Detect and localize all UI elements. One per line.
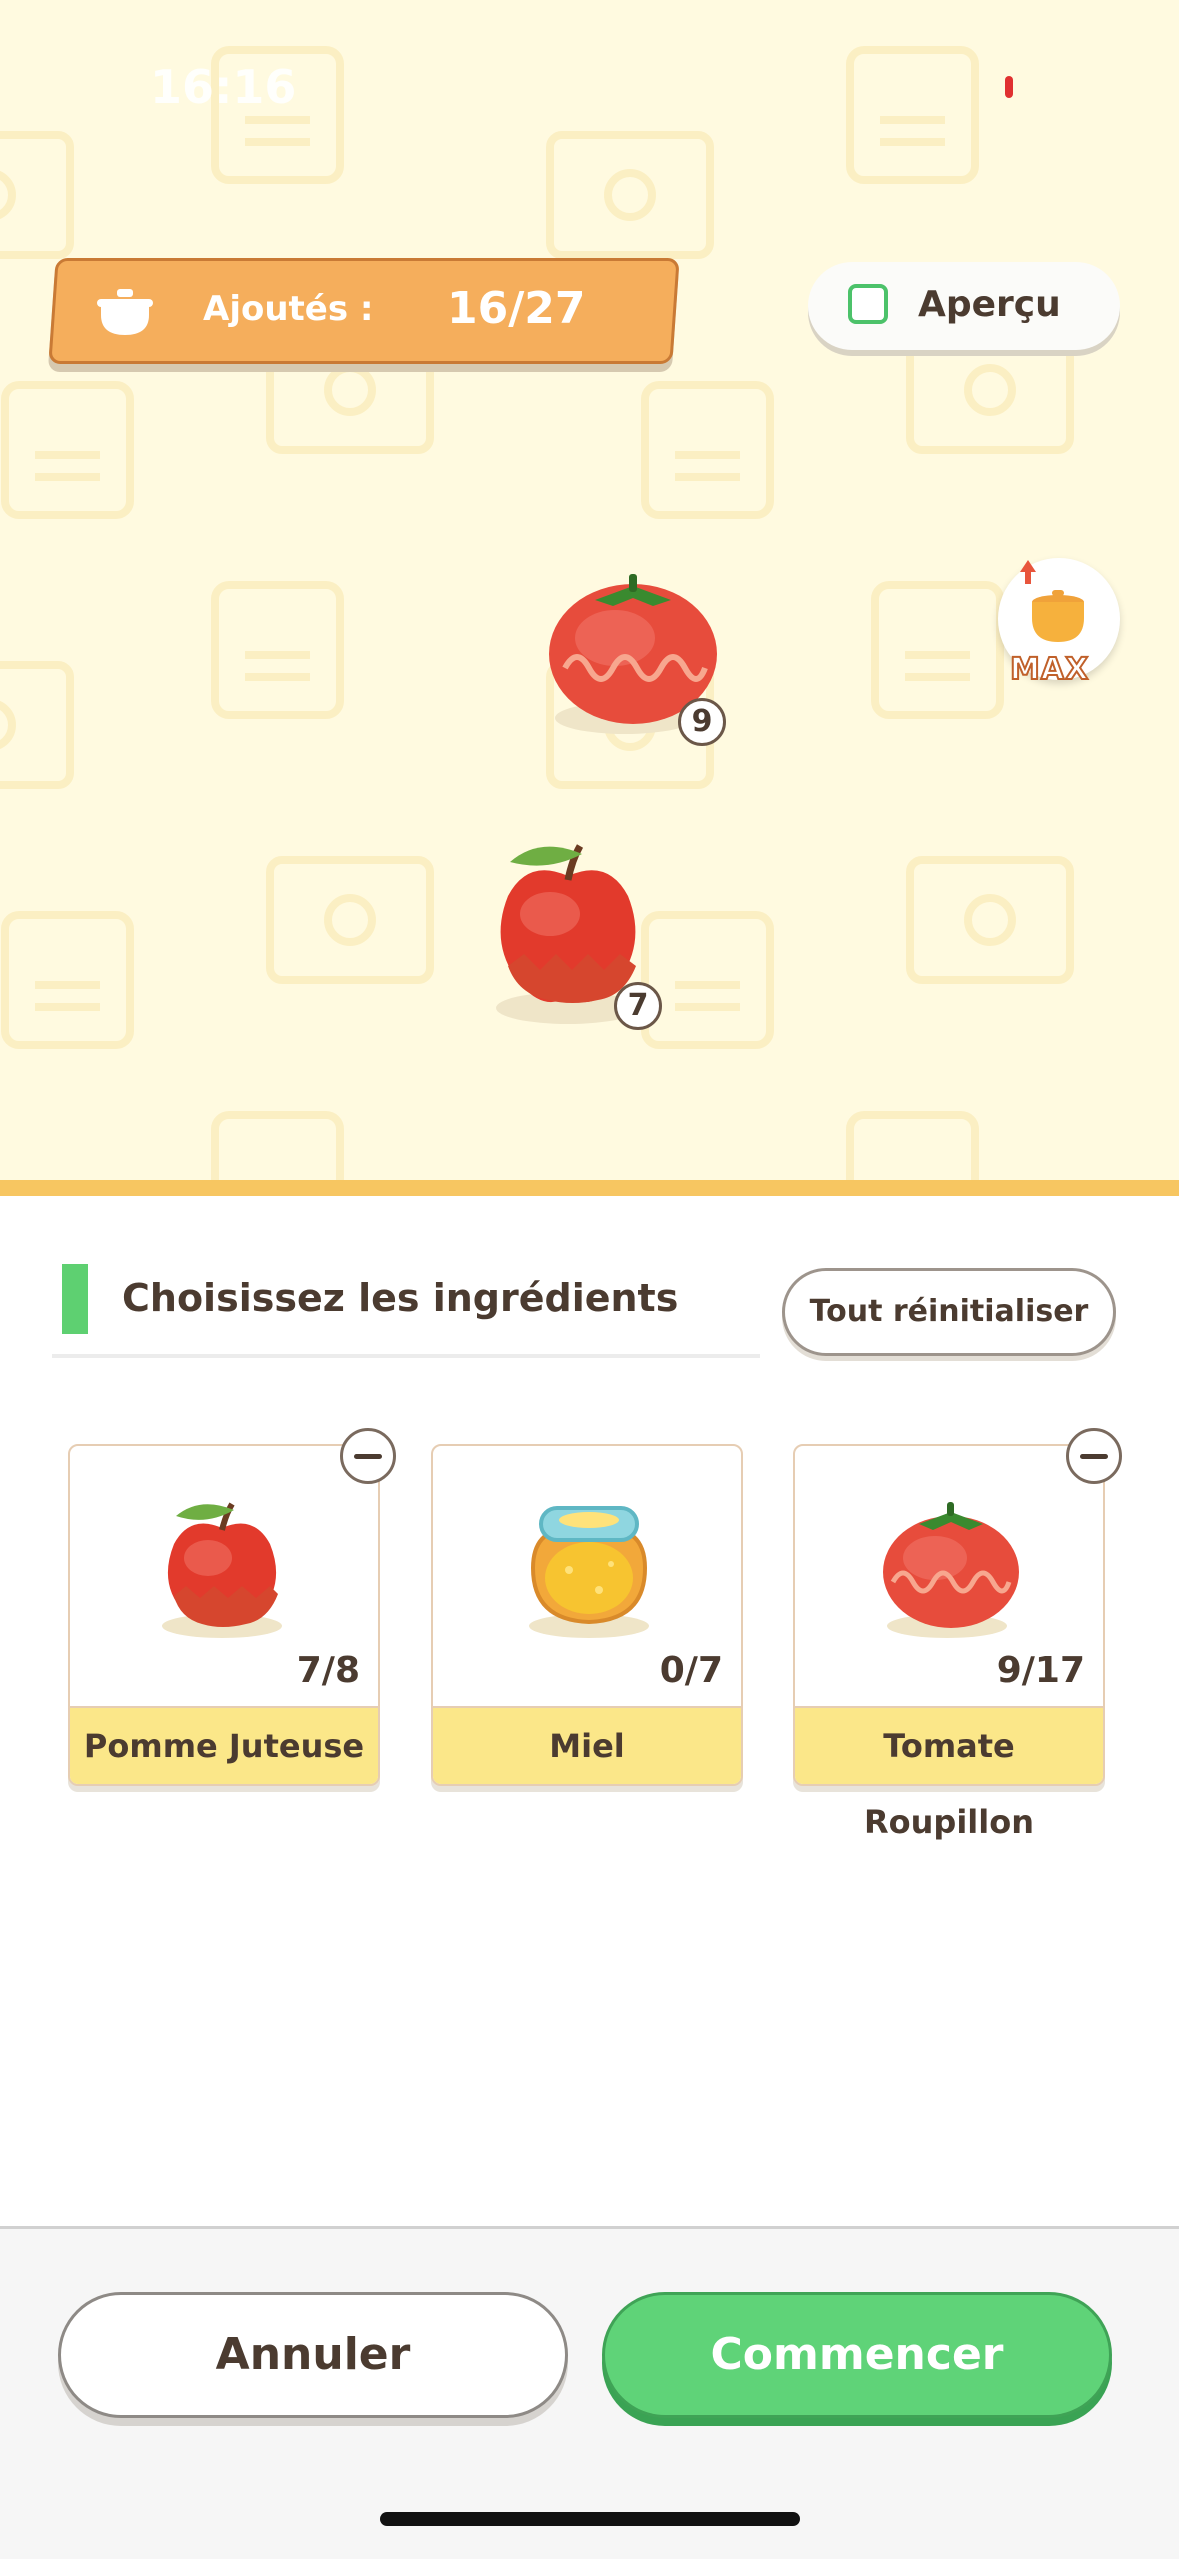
stage-item-count: 9	[678, 698, 726, 746]
remove-apple-button[interactable]	[340, 1428, 396, 1484]
added-counter-banner: Ajoutés : 16/27	[48, 258, 680, 364]
cancel-button[interactable]: Annuler	[58, 2292, 568, 2418]
ingredient-name: Pomme Juteuse	[70, 1706, 378, 1784]
ingredient-quantity: 7/8	[296, 1650, 360, 1691]
preview-toggle[interactable]: Aperçu	[808, 262, 1120, 350]
pot-max-label: MAX	[1009, 651, 1090, 688]
ingredient-quantity: 9/17	[996, 1650, 1085, 1691]
section-accent-bar	[62, 1264, 88, 1334]
section-underline	[52, 1354, 760, 1358]
remove-tomato-button[interactable]	[1066, 1428, 1122, 1484]
ingredient-quantity: 0/7	[659, 1650, 723, 1691]
stage-item-tomato: 9	[545, 568, 745, 758]
cooking-pot-icon	[97, 289, 153, 335]
preview-label: Aperçu	[918, 284, 1061, 325]
battery-icon	[1005, 76, 1013, 98]
start-cooking-button[interactable]: Commencer	[602, 2292, 1112, 2418]
ingredient-card-tomato[interactable]: 9/17 Tomate Roupillon	[793, 1444, 1105, 1841]
reset-all-button[interactable]: Tout réinitialiser	[782, 1268, 1116, 1356]
apple-icon	[162, 1502, 282, 1638]
home-indicator[interactable]	[380, 2512, 800, 2526]
cooking-stage: 16:16 Ajoutés : 16/27 Aperçu MAX 9 7	[0, 0, 1179, 1180]
stage-item-count: 7	[614, 982, 662, 1030]
ingredient-name: Tomate Roupillon	[795, 1706, 1103, 1841]
honey-jar-icon	[529, 1506, 649, 1638]
ingredient-card-honey[interactable]: 0/7 Miel	[431, 1444, 743, 1786]
added-label: Ajoutés :	[203, 289, 374, 329]
status-bar-time: 16:16	[150, 60, 297, 114]
stage-divider	[0, 1180, 1179, 1196]
added-count: 16/27	[447, 283, 586, 334]
stage-item-apple: 7	[488, 836, 678, 1036]
ingredient-card-apple[interactable]: 7/8 Pomme Juteuse	[68, 1444, 380, 1786]
preview-checkbox[interactable]	[848, 284, 888, 324]
ingredient-name: Miel	[433, 1706, 741, 1784]
section-title: Choisissez les ingrédients	[122, 1276, 679, 1320]
tomato-icon	[883, 1502, 1019, 1638]
